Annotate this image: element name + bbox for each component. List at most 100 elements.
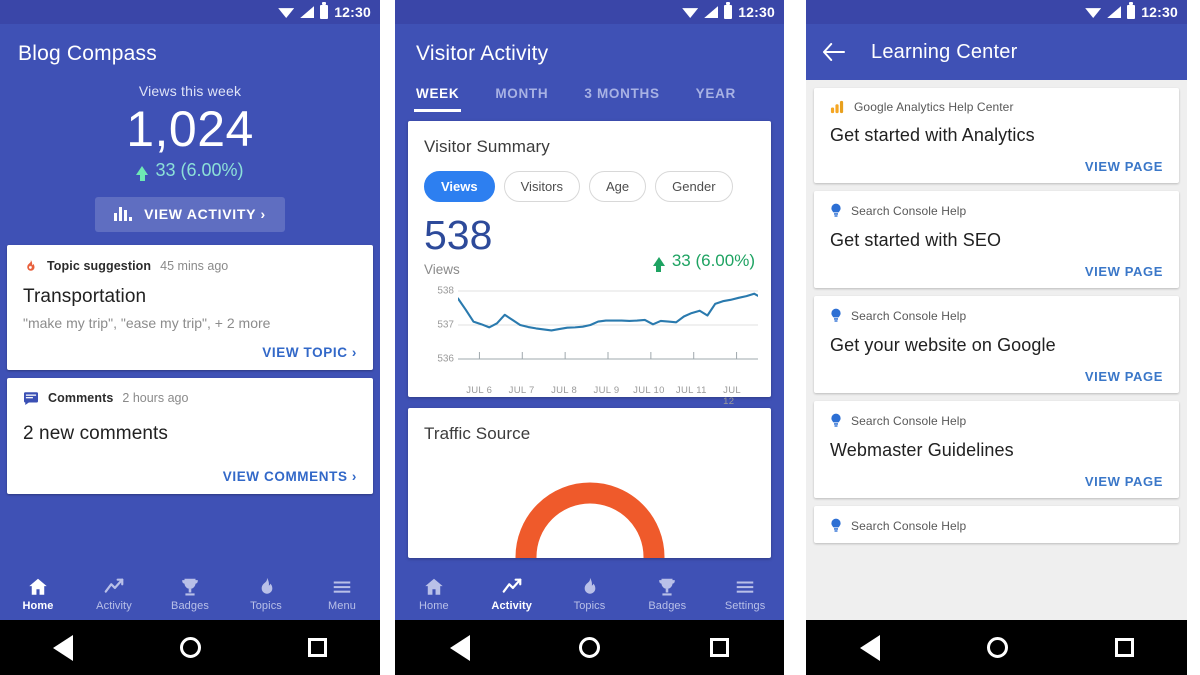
system-home-icon[interactable] xyxy=(986,637,1008,658)
card-meta: Search Console Help xyxy=(830,518,1163,534)
status-clock: 12:30 xyxy=(738,4,775,20)
status-clock: 12:30 xyxy=(1141,4,1178,20)
comments-card[interactable]: Comments 2 hours ago 2 new comments VIEW… xyxy=(7,377,373,494)
nav-item-settings[interactable]: Settings xyxy=(706,576,784,612)
lightbulb-icon xyxy=(831,413,841,427)
bottom-navigation: Home Activity Badges Topics Menu xyxy=(0,563,380,620)
period-tabs: WEEK MONTH 3 MONTHS YEAR xyxy=(395,66,784,112)
android-system-bar xyxy=(0,620,380,675)
phone-panel-learning-center: 12:30 Learning Center Google Analytics H… xyxy=(806,0,1187,675)
x-tick: JUL 9 xyxy=(593,385,620,396)
chip-views[interactable]: Views xyxy=(424,171,495,202)
x-tick: JUL 6 xyxy=(466,385,493,396)
nav-label: Menu xyxy=(328,599,356,612)
nav-item-topics[interactable]: Topics xyxy=(228,576,304,612)
list-item[interactable]: Search Console Help Get started with SEO… xyxy=(814,191,1179,288)
card-source: Google Analytics Help Center xyxy=(854,100,1014,114)
nav-item-home[interactable]: Home xyxy=(0,576,76,612)
card-meta: Search Console Help xyxy=(830,308,1163,324)
battery-icon xyxy=(320,2,329,19)
view-activity-button[interactable]: VIEW ACTIVITY › xyxy=(95,196,285,232)
x-tick: JUL 7 xyxy=(508,385,535,396)
list-item[interactable]: Search Console Help Get your website on … xyxy=(814,296,1179,393)
system-back-icon[interactable] xyxy=(449,634,470,661)
nav-item-topics[interactable]: Topics xyxy=(551,576,629,612)
card-meta: Topic suggestion 45 mins ago xyxy=(23,258,357,275)
donut-svg xyxy=(515,482,664,558)
bottom-navigation: Home Activity Topics Badges Settings xyxy=(395,563,784,620)
card-source: Search Console Help xyxy=(851,204,967,218)
card-meta: Search Console Help xyxy=(830,203,1163,219)
wifi-icon xyxy=(682,8,699,18)
x-tick: JUL 10 xyxy=(633,385,665,396)
view-topic-link[interactable]: VIEW TOPIC › xyxy=(23,345,357,360)
x-tick: JUL 8 xyxy=(551,385,578,396)
chip-visitors[interactable]: Visitors xyxy=(503,171,581,202)
list-item[interactable]: Google Analytics Help Center Get started… xyxy=(814,88,1179,183)
system-back-icon[interactable] xyxy=(859,634,880,661)
view-page-link[interactable]: VIEW PAGE xyxy=(830,474,1163,489)
system-back-icon[interactable] xyxy=(53,634,74,661)
phone-panel-activity: 12:30 Visitor Activity WEEK MONTH 3 MONT… xyxy=(395,0,784,675)
tab-year[interactable]: YEAR xyxy=(696,86,736,112)
view-page-link[interactable]: VIEW PAGE xyxy=(830,264,1163,279)
nav-item-badges[interactable]: Badges xyxy=(152,576,228,612)
comment-bubble-icon xyxy=(24,391,38,405)
signal-icon xyxy=(704,6,719,18)
card-title: Get your website on Google xyxy=(830,335,1056,355)
wifi-icon xyxy=(1085,8,1102,18)
y-tick: 537 xyxy=(437,319,454,331)
metric-chip-group: Views Visitors Age Gender xyxy=(424,171,755,202)
flame-icon xyxy=(27,259,35,271)
system-recents-icon[interactable] xyxy=(710,638,730,657)
traffic-donut-chart xyxy=(505,472,675,558)
hamburger-icon xyxy=(333,581,351,593)
card-title: Get started with SEO xyxy=(830,230,1002,250)
view-page-link[interactable]: VIEW PAGE xyxy=(830,159,1163,174)
metric-block: 538 Views xyxy=(424,215,492,278)
nav-item-activity[interactable]: Activity xyxy=(76,576,152,612)
view-page-link[interactable]: VIEW PAGE xyxy=(830,369,1163,384)
back-arrow-icon[interactable] xyxy=(822,43,846,61)
system-recents-icon[interactable] xyxy=(1114,638,1134,657)
nav-label: Topics xyxy=(573,599,606,612)
flame-icon xyxy=(261,577,273,594)
list-item[interactable]: Search Console Help xyxy=(814,506,1179,543)
tab-month[interactable]: MONTH xyxy=(495,86,548,112)
learning-center-list: Google Analytics Help Center Get started… xyxy=(806,80,1187,675)
trophy-icon xyxy=(182,578,198,596)
card-time: 45 mins ago xyxy=(160,259,229,273)
learning-center-appbar: Learning Center xyxy=(806,24,1187,80)
flame-icon xyxy=(585,577,596,594)
tab-week[interactable]: WEEK xyxy=(413,86,462,112)
tab-3-months[interactable]: 3 MONTHS xyxy=(584,86,659,112)
lightbulb-icon xyxy=(831,308,841,322)
view-comments-link[interactable]: VIEW COMMENTS › xyxy=(23,469,357,484)
topic-suggestion-card[interactable]: Topic suggestion 45 mins ago Transportat… xyxy=(7,244,373,370)
nav-item-badges[interactable]: Badges xyxy=(628,576,706,612)
nav-item-menu[interactable]: Menu xyxy=(304,576,380,612)
google-analytics-icon xyxy=(830,100,844,114)
traffic-source-card: Traffic Source xyxy=(408,408,771,558)
home-icon xyxy=(425,578,443,595)
chip-age[interactable]: Age xyxy=(589,171,647,202)
hero-subtitle: Views this week xyxy=(138,83,242,99)
activity-header: Visitor Activity WEEK MONTH 3 MONTHS YEA… xyxy=(395,24,784,112)
bar-chart-icon xyxy=(114,207,133,221)
card-subtitle: "make my trip", "ease my trip", + 2 more xyxy=(23,314,271,331)
list-item[interactable]: Search Console Help Webmaster Guidelines… xyxy=(814,401,1179,498)
arrow-up-icon xyxy=(652,256,665,272)
trophy-icon xyxy=(659,578,676,596)
nav-item-home[interactable]: Home xyxy=(395,576,473,612)
card-source: Topic suggestion xyxy=(47,259,152,273)
system-recents-icon[interactable] xyxy=(307,638,327,657)
system-home-icon[interactable] xyxy=(579,637,601,658)
card-title: 2 new comments xyxy=(23,422,169,444)
card-source: Comments xyxy=(48,390,114,405)
system-home-icon[interactable] xyxy=(179,637,201,658)
status-clock: 12:30 xyxy=(334,4,371,20)
chip-gender[interactable]: Gender xyxy=(655,171,733,202)
nav-item-activity[interactable]: Activity xyxy=(473,576,551,612)
hero-stats: Views this week 1,024 33 (6.00%) VIEW AC… xyxy=(0,66,380,232)
battery-icon xyxy=(724,2,733,19)
